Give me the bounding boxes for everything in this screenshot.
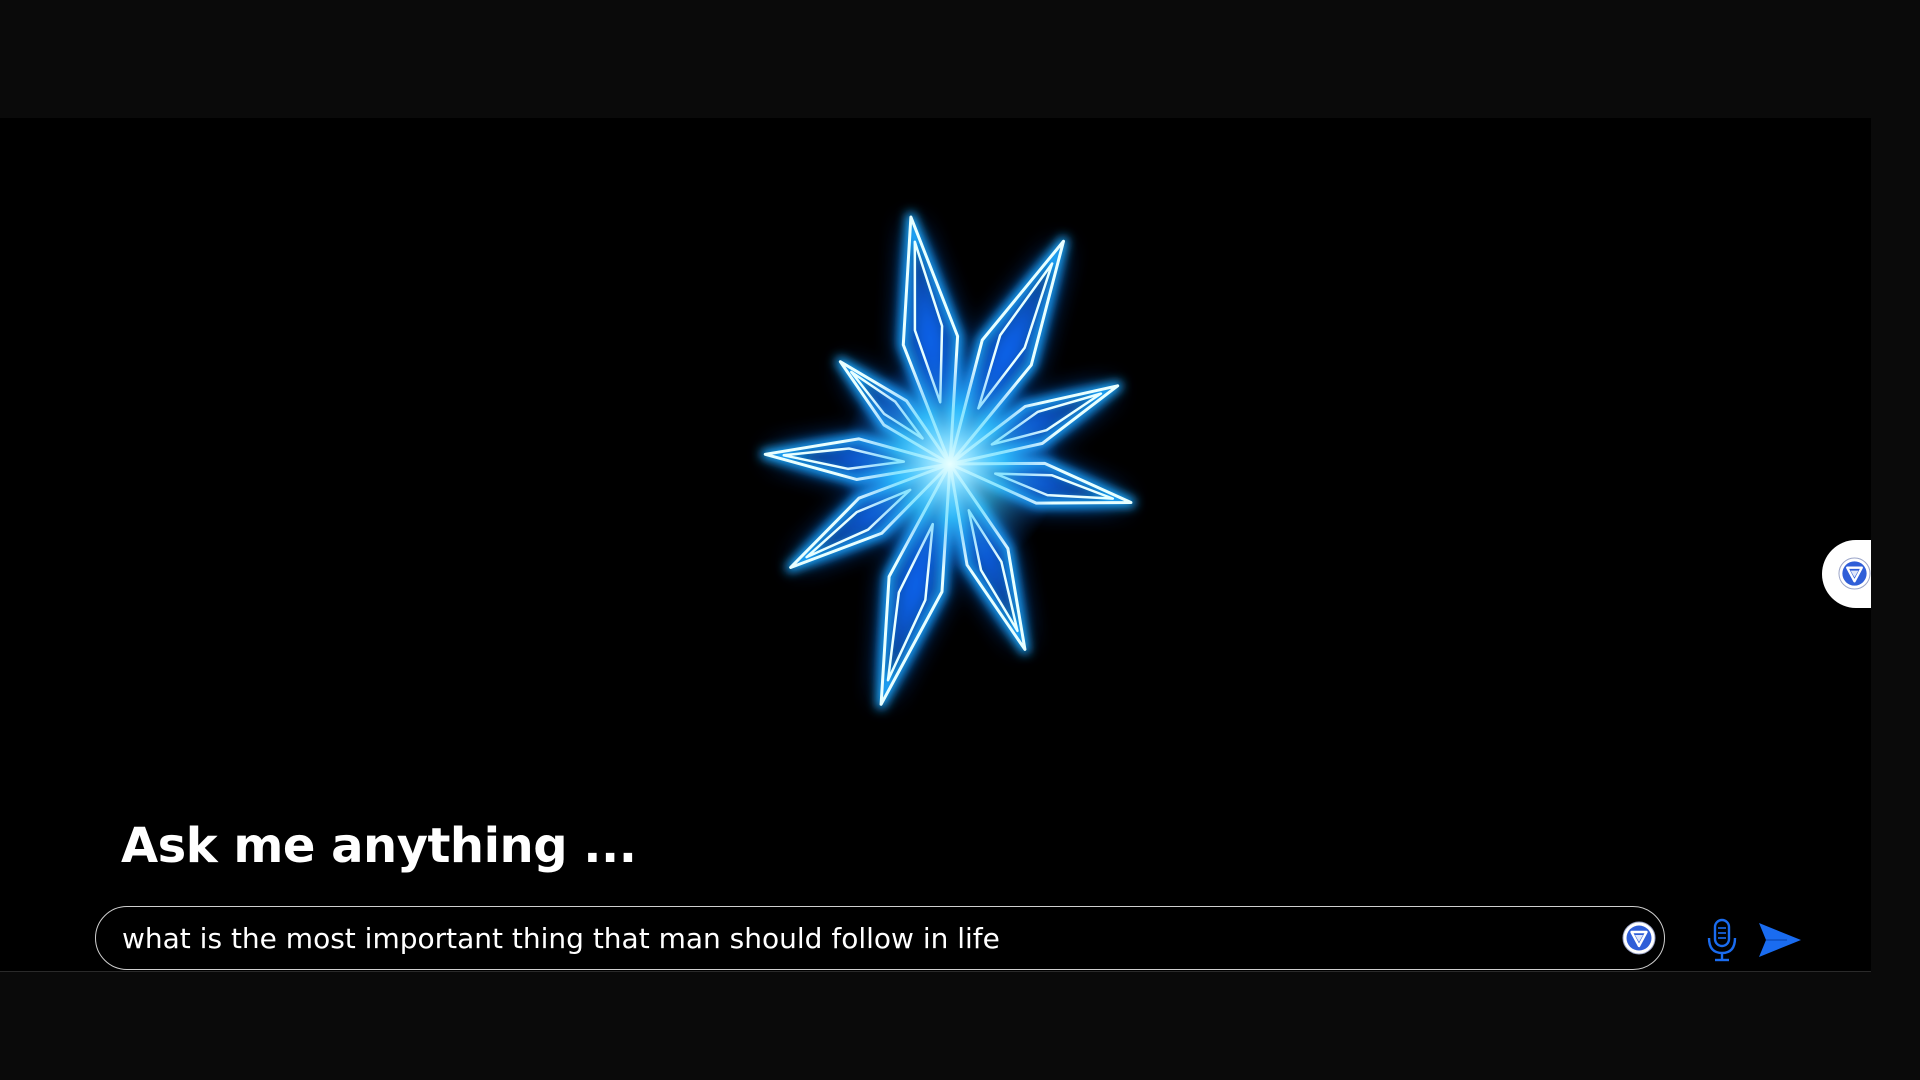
assistant-logo-icon — [1838, 557, 1871, 590]
send-arrow-icon — [1757, 920, 1803, 960]
assistant-logo-icon[interactable] — [1622, 921, 1656, 955]
send-button[interactable] — [1757, 920, 1803, 960]
glowing-star-icon — [690, 204, 1210, 724]
chat-input-bar — [95, 906, 1665, 970]
top-frame — [0, 0, 1920, 118]
bottom-frame — [0, 971, 1920, 1080]
right-frame — [1871, 0, 1920, 1080]
divider — [0, 971, 1871, 972]
prompt-heading: Ask me anything ... — [121, 818, 637, 874]
query-input[interactable] — [122, 907, 1582, 969]
microphone-icon — [1705, 918, 1739, 962]
microphone-button[interactable] — [1705, 918, 1739, 962]
